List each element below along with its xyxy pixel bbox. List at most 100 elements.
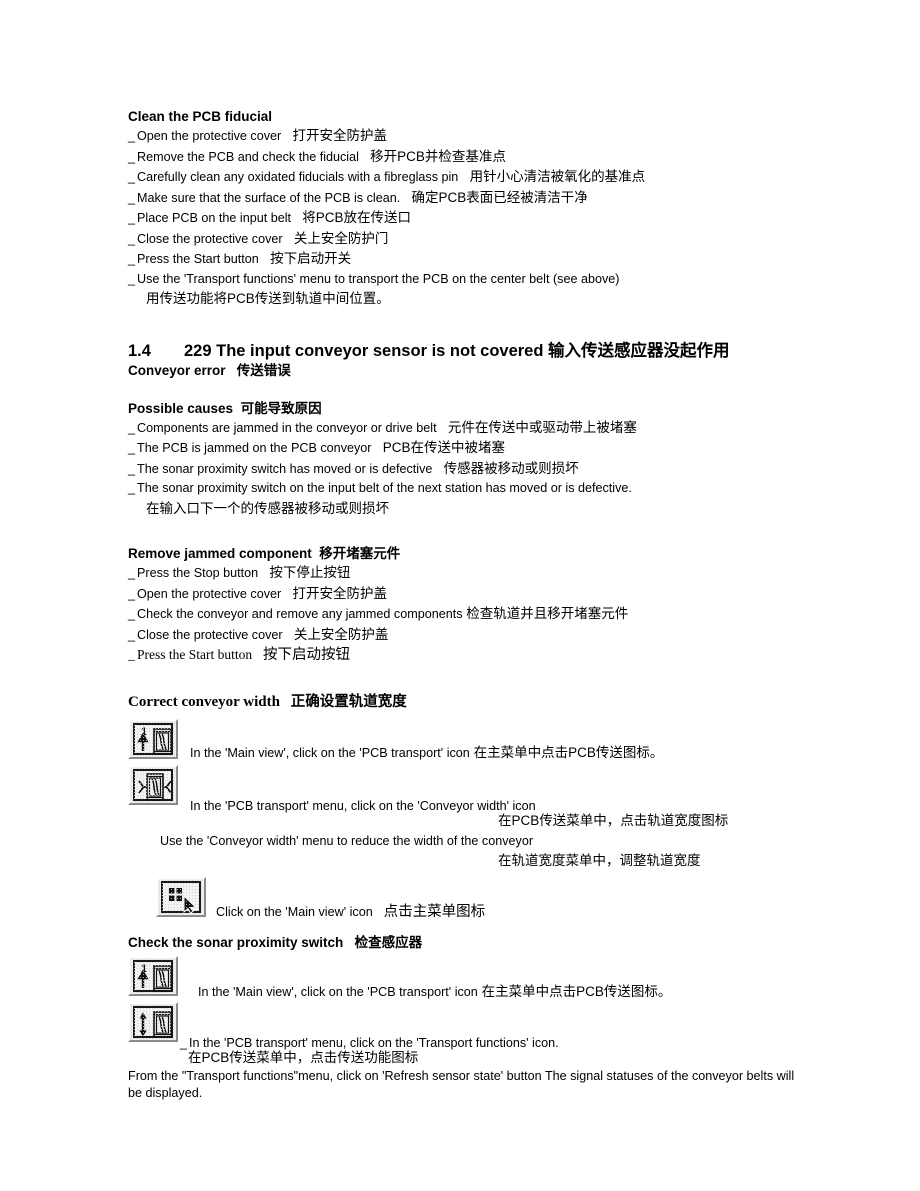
pcb-transport-icon[interactable]: 1 bbox=[128, 718, 178, 759]
main-view-icon[interactable] bbox=[156, 877, 206, 917]
list-item: _ Press the Stop button 按下停止按钮 bbox=[128, 563, 828, 584]
list-item-cn: PCB在传送中被堵塞 bbox=[371, 440, 506, 455]
subheading-en: Conveyor error bbox=[128, 362, 226, 378]
list-item: _ The sonar proximity switch has moved or… bbox=[128, 459, 828, 480]
list-item: _ Remove the PCB and check the fiducial 移… bbox=[128, 147, 828, 168]
bullet-dash: _ bbox=[128, 252, 136, 266]
bullet-dash: _ bbox=[128, 627, 136, 642]
list-item-en: The sonar proximity switch on the input … bbox=[137, 481, 632, 495]
list-item-en: Use the 'Transport functions' menu to tr… bbox=[137, 271, 620, 286]
list-item-cn: 确定PCB表面已经被清洁干净 bbox=[400, 189, 588, 205]
step-text-en: In the 'Main view', click on the 'PCB tr… bbox=[198, 985, 478, 999]
icon-slot bbox=[156, 877, 206, 917]
bullet-dash: _ bbox=[128, 231, 136, 246]
bullet-dash: _ bbox=[128, 586, 136, 601]
list-item-cn: 元件在传送中或驱动带上被堵塞 bbox=[436, 419, 637, 435]
icon-slot bbox=[128, 764, 178, 805]
step-text: In the 'PCB transport' menu, click on th… bbox=[128, 765, 828, 817]
heading-cn: 可能导致原因 bbox=[233, 400, 322, 416]
list-item: _ Components are jammed in the conveyor o… bbox=[128, 418, 828, 439]
list-item-en: Press the Start button bbox=[137, 252, 259, 266]
list-item: _ Carefully clean any oxidated fiducials … bbox=[128, 167, 828, 188]
list-item: _ Press the Start button 按下启动按钮 bbox=[128, 645, 828, 666]
icon-slot: 1 bbox=[128, 718, 178, 759]
bullet-dash: _ bbox=[128, 211, 136, 225]
list-item-en: Check the conveyor and remove any jammed… bbox=[137, 607, 463, 621]
bullet-dash: _ bbox=[128, 420, 136, 435]
step-row-pcb-transport-2: 1 In the 'Main view', click on the 'PCB … bbox=[128, 956, 828, 1002]
icon-slot: 1 bbox=[128, 956, 178, 996]
list-item: _ Close the protective cover 关上安全防护门 bbox=[128, 229, 828, 250]
list-item-en: Components are jammed in the conveyor or… bbox=[137, 420, 437, 435]
heading-en: Check the sonar proximity switch bbox=[128, 935, 344, 950]
subheading-cn: 传送错误 bbox=[225, 362, 291, 378]
bullet-dash: _ bbox=[128, 566, 136, 580]
step-text: _ In the 'PCB transport' menu, click on t… bbox=[128, 1002, 828, 1054]
step-text-cn: 在主菜单中点击PCB传送图标。 bbox=[469, 744, 664, 760]
step-text: In the 'Main view', click on the 'PCB tr… bbox=[128, 956, 828, 1003]
list-item-cn: 检查轨道并且移开堵塞元件 bbox=[462, 606, 629, 621]
step-row-conveyor-width: In the 'PCB transport' menu, click on th… bbox=[128, 764, 828, 813]
pcb-transport-glyph: 1 bbox=[137, 963, 172, 992]
heading-en: Possible causes bbox=[128, 400, 234, 416]
step-row-main-view: Click on the 'Main view' icon 点击主菜单图标 bbox=[128, 877, 828, 921]
bullet-dash: _ bbox=[128, 170, 136, 184]
list-item-cn: 用传送功能将PCB传送到轨道中间位置。 bbox=[146, 291, 390, 306]
list-item-en: Close the protective cover bbox=[137, 627, 283, 642]
icon-slot bbox=[128, 1002, 178, 1042]
pcb-transport-glyph: 1 bbox=[137, 726, 172, 755]
list-item-cn: 在输入口下一个的传感器被移动或则损坏 bbox=[146, 500, 389, 516]
list-item-cn: 按下停止按钮 bbox=[258, 565, 351, 580]
list-item-cn: 将PCB放在传送口 bbox=[291, 210, 412, 225]
list-item-cn: 关上安全防护门 bbox=[282, 230, 389, 246]
main-view-glyph bbox=[169, 888, 197, 914]
list-item-cn: 用针小心清洁被氧化的基准点 bbox=[458, 169, 646, 184]
bullet-dash: _ bbox=[128, 271, 136, 286]
pcb-transport-icon[interactable]: 1 bbox=[128, 956, 178, 996]
list-item-en: The sonar proximity switch has moved or … bbox=[137, 461, 433, 476]
step-text-en: In the 'PCB transport' menu, click on th… bbox=[190, 798, 536, 813]
transport-functions-icon[interactable] bbox=[128, 1002, 178, 1042]
section-heading-1-4: 1.4 229 The input conveyor sensor is not … bbox=[128, 340, 828, 362]
bullet-dash: _ bbox=[180, 1036, 188, 1050]
list-item-cn: 按下启动开关 bbox=[258, 251, 352, 266]
list-item: _ Place PCB on the input belt 将PCB放在传送口 bbox=[128, 208, 828, 229]
section-number: 1.4 bbox=[128, 341, 151, 360]
list-item-en: Open the protective cover bbox=[137, 586, 282, 601]
step-text: Click on the 'Main view' icon 点击主菜单图标 bbox=[128, 877, 828, 923]
list-item: _ Close the protective cover 关上安全防护盖 bbox=[128, 625, 828, 646]
list-item: _ Use the 'Transport functions' menu to t… bbox=[128, 270, 828, 290]
bullet-dash: _ bbox=[128, 647, 135, 662]
heading-cn: 移开堵塞元件 bbox=[311, 546, 401, 561]
step-text-en: In the 'Main view', click on the 'PCB tr… bbox=[190, 745, 470, 760]
list-item-en: Remove the PCB and check the fiducial bbox=[137, 149, 359, 164]
list-item-continuation: 在输入口下一个的传感器被移动或则损坏 bbox=[128, 499, 828, 520]
heading-clean-pcb-fiducial: Clean the PCB fiducial bbox=[128, 109, 273, 124]
list-item: _ Open the protective cover 打开安全防护盖 bbox=[128, 126, 828, 147]
list-item-continuation: 用传送功能将PCB传送到轨道中间位置。 bbox=[128, 289, 828, 310]
step-text-cn: 在主菜单中点击PCB传送图标。 bbox=[477, 984, 672, 999]
heading-remove-jammed-component: Remove jammed component 移开堵塞元件 bbox=[128, 545, 828, 563]
list-item: _ Make sure that the surface of the PCB i… bbox=[128, 188, 828, 209]
bullet-dash: _ bbox=[128, 607, 136, 621]
heading-correct-conveyor-width: Correct conveyor width 正确设置轨道宽度 bbox=[128, 692, 828, 712]
list-item-en: Press the Start button bbox=[137, 647, 253, 662]
step-text-en: Use the 'Conveyor width' menu to reduce … bbox=[160, 833, 534, 848]
heading-en: Remove jammed component bbox=[128, 546, 312, 561]
section-title-en: 229 The input conveyor sensor is not cov… bbox=[184, 341, 544, 360]
step-text-cn: 点击主菜单图标 bbox=[372, 904, 486, 920]
conveyor-width-glyph bbox=[138, 772, 172, 801]
list-item-en: Open the protective cover bbox=[137, 129, 282, 143]
list-item-cn: 打开安全防护盖 bbox=[281, 585, 387, 601]
conveyor-width-icon[interactable] bbox=[128, 764, 178, 805]
transport-functions-glyph bbox=[139, 1011, 172, 1038]
bullet-dash: _ bbox=[128, 461, 136, 476]
bullet-dash: _ bbox=[128, 481, 136, 495]
list-item-en: Close the protective cover bbox=[137, 231, 283, 246]
